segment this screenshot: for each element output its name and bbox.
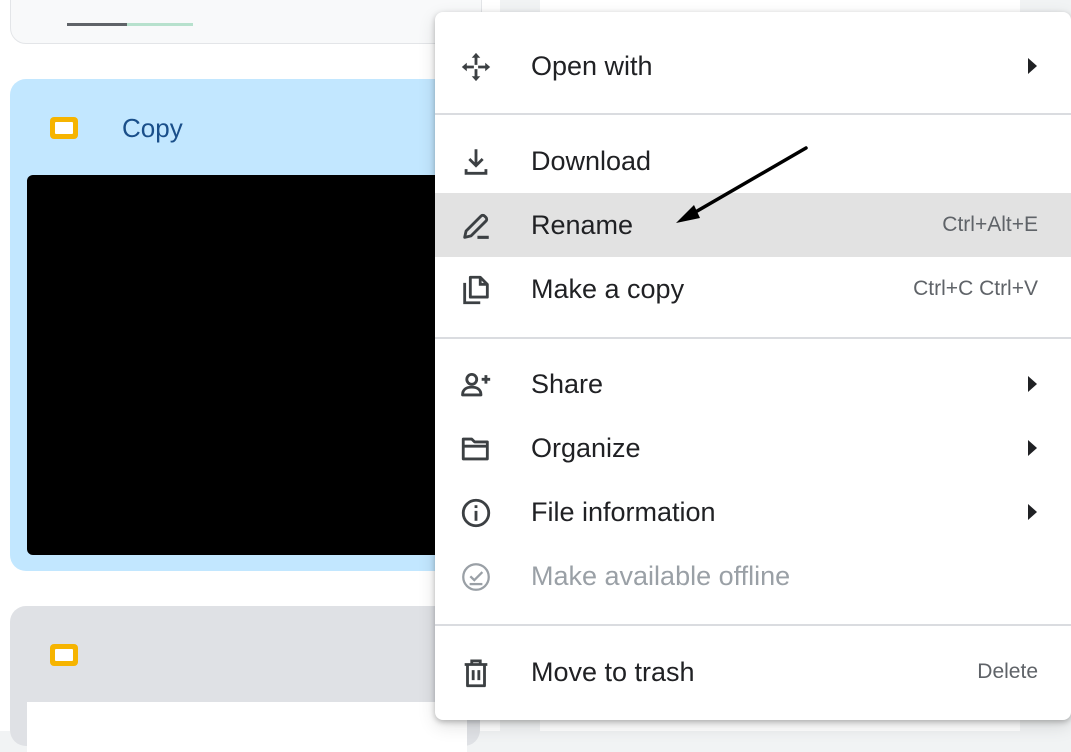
file-thumbnail: [27, 175, 467, 555]
menu-item-open-with[interactable]: Open with: [435, 34, 1071, 98]
menu-item-label: Share: [531, 369, 604, 399]
menu-divider: [435, 337, 1071, 339]
menu-item-label: File information: [531, 497, 716, 527]
menu-item-organize[interactable]: Organize: [435, 416, 1071, 480]
thumbnail-fragment: [67, 23, 127, 26]
slides-file-icon: [50, 117, 78, 139]
copy-icon: [463, 275, 489, 305]
file-thumbnail: [27, 702, 467, 752]
menu-item-make-copy[interactable]: Make a copy Ctrl+C Ctrl+V: [435, 257, 1071, 321]
file-title: Copy: [122, 113, 183, 143]
submenu-arrow-icon: [1028, 504, 1037, 520]
trash-icon: [464, 659, 488, 688]
menu-item-label: Make available offline: [531, 561, 791, 591]
file-card-top[interactable]: [10, 0, 482, 44]
menu-item-download[interactable]: Download: [435, 129, 1071, 193]
menu-item-rename[interactable]: Rename Ctrl+Alt+E: [435, 193, 1071, 257]
keyboard-shortcut: Delete: [977, 660, 1038, 683]
menu-item-share[interactable]: Share: [435, 352, 1071, 416]
context-menu: Open with Download Rename Ctrl+Alt+E Mak…: [435, 12, 1071, 720]
menu-item-label: Make a copy: [531, 274, 685, 304]
menu-item-label: Open with: [531, 51, 653, 81]
move-arrows-icon: [461, 52, 491, 82]
menu-item-make-offline: Make available offline: [435, 544, 1071, 608]
keyboard-shortcut: Ctrl+Alt+E: [942, 213, 1038, 236]
submenu-arrow-icon: [1028, 376, 1037, 392]
slides-file-icon: [50, 644, 78, 666]
folder-open-icon: [461, 437, 489, 461]
download-icon: [464, 149, 488, 175]
file-card-bottom[interactable]: [10, 606, 480, 752]
person-add-icon: [461, 372, 491, 397]
menu-divider: [435, 624, 1071, 626]
submenu-arrow-icon: [1028, 58, 1037, 74]
keyboard-shortcut: Ctrl+C Ctrl+V: [913, 277, 1038, 300]
submenu-arrow-icon: [1028, 440, 1037, 456]
offline-check-icon: [462, 563, 490, 591]
menu-item-label: Download: [531, 146, 652, 176]
menu-item-label: Rename: [531, 210, 634, 240]
menu-divider: [435, 113, 1071, 115]
menu-item-label: Organize: [531, 433, 641, 463]
menu-item-label: Move to trash: [531, 657, 695, 687]
pencil-icon: [463, 213, 489, 239]
thumbnail-fragment: [127, 23, 193, 26]
file-card-selected[interactable]: Copy: [10, 79, 480, 571]
menu-item-file-information[interactable]: File information: [435, 480, 1071, 544]
info-icon: [461, 498, 491, 528]
menu-item-move-to-trash[interactable]: Move to trash Delete: [435, 640, 1071, 704]
